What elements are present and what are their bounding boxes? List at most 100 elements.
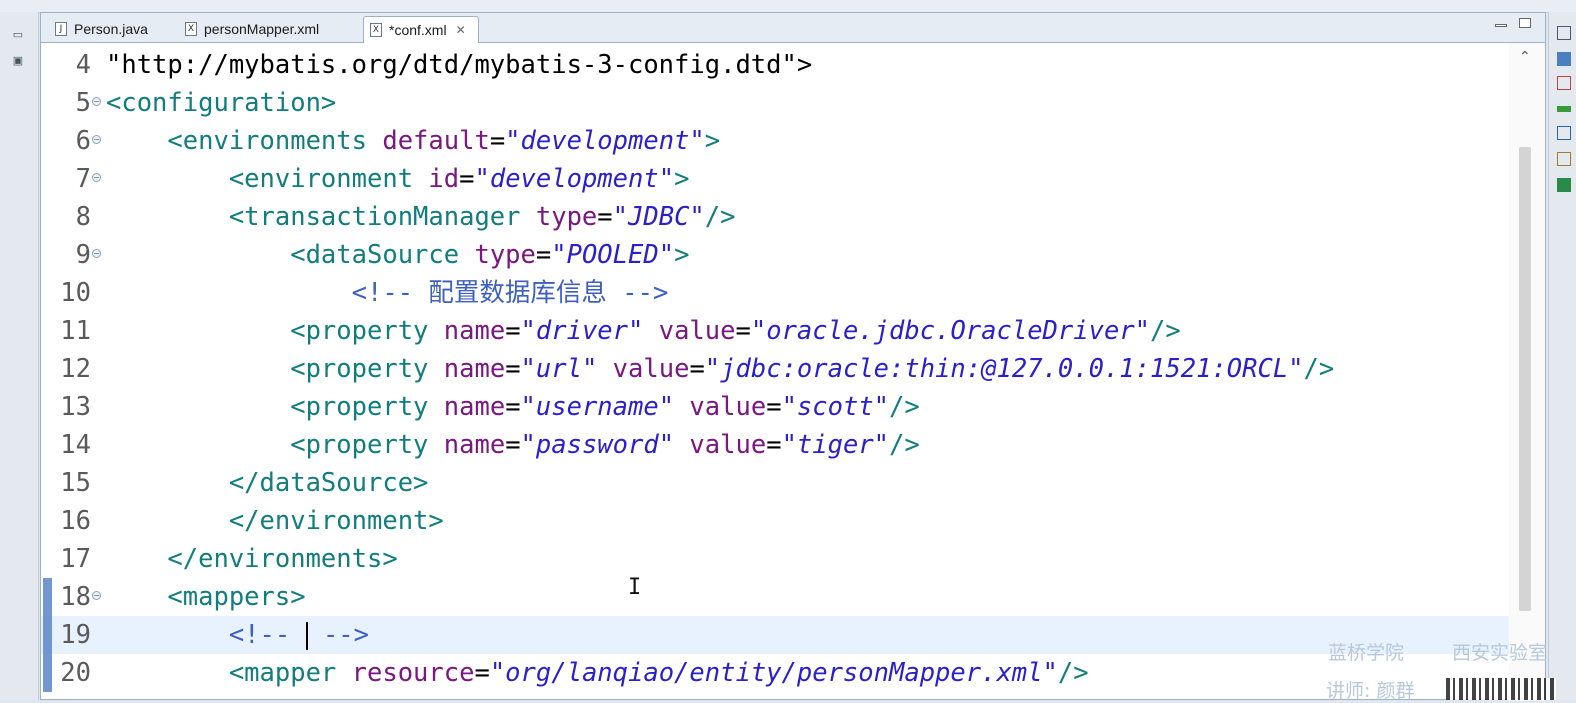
code-token: name [443, 430, 506, 460]
code-token: <configuration> [106, 88, 337, 118]
hierarchy-icon[interactable] [1557, 126, 1571, 140]
code-text[interactable]: <property name="url" value="jdbc:oracle:… [106, 350, 1334, 388]
fold-toggle-icon[interactable]: − [92, 97, 101, 106]
java-file-icon: J [55, 22, 67, 36]
fold-toggle-icon[interactable]: − [92, 249, 101, 258]
code-line[interactable]: 9− <dataSource type="POOLED"> [41, 236, 1509, 274]
code-token: = [505, 354, 521, 384]
code-token: = [766, 392, 782, 422]
code-token: "development" [474, 164, 675, 194]
line-number: 4 [75, 50, 91, 80]
code-line[interactable]: 7− <environment id="development"> [41, 160, 1509, 198]
code-line[interactable]: 20 <mapper resource="org/lanqiao/entity/… [41, 654, 1509, 692]
package-explorer-icon[interactable]: ▣ [8, 52, 28, 70]
code-token: > [674, 240, 690, 270]
code-line[interactable]: 13 <property name="username" value="scot… [41, 388, 1509, 426]
code-token: /> [889, 430, 920, 460]
progress-icon[interactable] [1557, 106, 1571, 112]
code-token: "url" [520, 354, 598, 384]
code-token: name [443, 392, 506, 422]
code-token: <!-- 配置数据库信息 --> [106, 278, 669, 308]
tab-conf-xml[interactable]: X *conf.xml ✕ [363, 16, 479, 43]
restore-icon[interactable]: ▭ [8, 26, 28, 44]
code-line[interactable]: 5− <configuration> [41, 84, 1509, 122]
line-number: 7 [75, 164, 91, 194]
code-line[interactable]: 18− <mappers> [41, 578, 1509, 616]
code-text[interactable]: <!-- --> [106, 616, 369, 654]
code-text[interactable]: </environments> [106, 540, 397, 578]
qr-code [1446, 678, 1556, 700]
code-text[interactable]: </environment> [106, 502, 444, 540]
line-number: 17 [60, 544, 91, 574]
tab-label: Person.java [74, 20, 148, 37]
code-line[interactable]: 16 </environment> [41, 502, 1509, 540]
vertical-scrollbar[interactable]: ⌃ [1509, 43, 1545, 701]
code-token: <!-- [106, 620, 306, 650]
code-token: "username" [520, 392, 675, 422]
code-line[interactable]: 12 <property name="url" value="jdbc:orac… [41, 350, 1509, 388]
code-token: <environments [106, 126, 383, 156]
code-text[interactable]: <environments default="development"> [106, 122, 720, 160]
tab-label: *conf.xml [389, 21, 447, 38]
code-token: </dataSource> [106, 468, 429, 498]
scroll-up-icon[interactable]: ⌃ [1519, 49, 1531, 65]
code-token: "development" [505, 126, 705, 156]
line-number: 5 [75, 88, 91, 118]
code-editor[interactable]: 4 "http://mybatis.org/dtd/mybatis-3-confi… [41, 43, 1509, 701]
code-token: name [443, 316, 506, 346]
code-text[interactable]: <!-- 配置数据库信息 --> [106, 274, 669, 312]
code-text[interactable]: <property name="username" value="scott"/… [106, 388, 920, 426]
code-text[interactable]: <transactionManager type="JDBC"/> [106, 198, 736, 236]
tasks-icon[interactable] [1557, 152, 1571, 166]
code-text[interactable]: <mapper resource="org/lanqiao/entity/per… [106, 654, 1089, 692]
search-view-icon[interactable] [1557, 178, 1571, 192]
code-token: resource [351, 658, 475, 688]
code-token: "JDBC" [612, 202, 705, 232]
code-token: value [597, 354, 690, 384]
code-token: /> [1150, 316, 1181, 346]
left-trim-bar: ▭ ▣ [0, 12, 39, 700]
servers-icon[interactable] [1557, 76, 1571, 90]
scrollbar-thumb[interactable] [1519, 147, 1531, 611]
code-text[interactable]: <mappers> [106, 578, 305, 616]
xml-file-icon: X [370, 23, 382, 37]
code-text[interactable]: <configuration> [106, 84, 336, 122]
code-line[interactable]: 10 <!-- 配置数据库信息 --> [41, 274, 1509, 312]
code-line[interactable]: 14 <property name="password" value="tige… [41, 426, 1509, 464]
line-number: 6 [75, 126, 91, 156]
code-token: = [505, 392, 521, 422]
line-number: 15 [60, 468, 91, 498]
code-line[interactable]: 4 "http://mybatis.org/dtd/mybatis-3-confi… [41, 46, 1509, 84]
outline-icon[interactable] [1557, 26, 1571, 40]
code-line[interactable]: 15 </dataSource> [41, 464, 1509, 502]
code-text[interactable]: <property name="password" value="tiger"/… [106, 426, 920, 464]
code-token: = [505, 430, 521, 460]
code-line[interactable]: 6− <environments default="development"> [41, 122, 1509, 160]
line-number: 10 [60, 278, 91, 308]
code-text[interactable]: </dataSource> [106, 464, 429, 502]
fold-toggle-icon[interactable]: − [92, 135, 101, 144]
code-text[interactable]: <dataSource type="POOLED"> [106, 236, 689, 274]
code-line[interactable]: 11 <property name="driver" value="oracle… [41, 312, 1509, 350]
code-token: /> [889, 392, 920, 422]
code-token: = [735, 316, 751, 346]
maximize-icon[interactable] [1519, 18, 1531, 28]
console-icon[interactable] [1557, 52, 1571, 66]
fold-toggle-icon[interactable]: − [92, 591, 101, 600]
fold-toggle-icon[interactable]: − [92, 173, 101, 182]
code-line[interactable]: 8 <transactionManager type="JDBC"/> [41, 198, 1509, 236]
tab-person-java[interactable]: J Person.java [49, 16, 154, 42]
code-token: /> [1057, 658, 1089, 688]
code-text[interactable]: <property name="driver" value="oracle.jd… [106, 312, 1181, 350]
code-text[interactable]: <environment id="development"> [106, 160, 690, 198]
close-tab-icon[interactable]: ✕ [456, 18, 466, 43]
tab-person-mapper-xml[interactable]: X personMapper.xml [179, 16, 325, 42]
code-token: <mapper [106, 658, 352, 688]
watermark-school: 蓝桥学院 [1328, 642, 1405, 664]
code-line[interactable]: 19 <!-- --> [41, 616, 1509, 654]
code-token: id [428, 164, 460, 194]
minimize-icon[interactable] [1495, 24, 1507, 27]
line-number: 13 [60, 392, 91, 422]
code-text[interactable]: "http://mybatis.org/dtd/mybatis-3-config… [106, 46, 812, 84]
code-line[interactable]: 17 </environments> [41, 540, 1509, 578]
